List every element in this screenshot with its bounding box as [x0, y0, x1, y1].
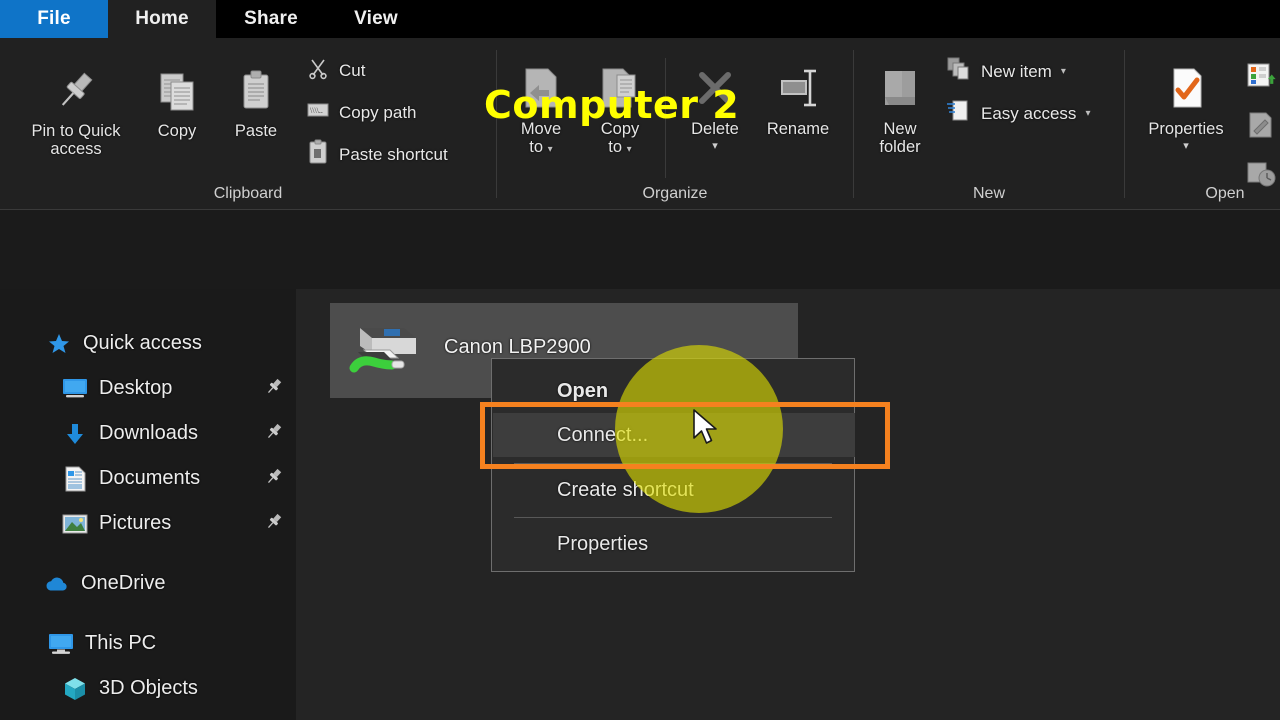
overlay-annotation-title: Computer 2: [484, 83, 740, 127]
cloud-icon: [44, 571, 70, 597]
cube-icon: [62, 676, 88, 702]
download-icon: [62, 421, 88, 447]
sidebar-item-label: 3D Objects: [99, 677, 198, 699]
easy-access-button[interactable]: Easy access ▾: [946, 98, 1090, 129]
edit-button[interactable]: [1246, 110, 1276, 145]
sidebar-item-desktop[interactable]: Desktop: [0, 366, 296, 411]
easy-access-chevron-down-icon[interactable]: ▾: [1085, 108, 1090, 119]
paste-icon: [232, 62, 280, 118]
ribbon-group-organize-label: Organize: [642, 185, 708, 202]
easy-access-label: Easy access: [981, 103, 1077, 123]
context-menu-item-open[interactable]: Open: [493, 369, 855, 413]
context-menu-item-label: Open: [557, 379, 609, 402]
sidebar-item-3d-objects[interactable]: 3D Objects: [0, 666, 296, 711]
sidebar-item-this-pc[interactable]: This PC: [0, 621, 296, 666]
properties-label: Properties: [1148, 120, 1224, 138]
pin-to-quick-access-label: Pin to Quick access: [31, 122, 121, 159]
picture-icon: [62, 511, 88, 537]
sidebar-item-label: This PC: [85, 632, 157, 654]
pin-to-quick-access-button[interactable]: Pin to Quick access: [20, 62, 132, 159]
new-folder-button[interactable]: New folder: [866, 60, 934, 157]
list-item-label: Canon LBP2900: [444, 336, 591, 358]
pin-icon[interactable]: [264, 421, 284, 446]
paste-button[interactable]: Paste: [218, 62, 294, 140]
tab-view-label: View: [354, 8, 398, 29]
printer-icon: [344, 320, 422, 387]
sidebar-item-documents[interactable]: Documents: [0, 456, 296, 501]
pin-icon[interactable]: [264, 376, 284, 401]
ribbon-group-new-label: New: [972, 185, 1005, 202]
new-item-button[interactable]: New item ▾: [946, 56, 1066, 87]
cut-label: Cut: [339, 60, 366, 80]
rename-label: Rename: [766, 120, 830, 138]
new-item-chevron-down-icon[interactable]: ▾: [1061, 66, 1066, 77]
cut-button[interactable]: Cut: [306, 56, 365, 85]
pin-icon: [52, 62, 100, 118]
context-menu-item-label: Connect...: [557, 423, 649, 446]
sidebar-item-label: Pictures: [99, 512, 172, 534]
open-with-button[interactable]: [1246, 62, 1276, 97]
tab-share-label: Share: [244, 8, 298, 29]
easy-access-icon: [946, 98, 972, 129]
context-menu-item-connect[interactable]: Connect...: [493, 413, 855, 457]
sidebar-item-downloads[interactable]: Downloads: [0, 411, 296, 456]
copy-label: Copy: [157, 122, 197, 140]
copy-path-icon: \\\\..: [306, 98, 330, 127]
context-menu-item-create-shortcut[interactable]: Create shortcut: [493, 468, 855, 512]
sidebar-item-label: OneDrive: [81, 572, 166, 594]
ribbon-group-clipboard-label: Clipboard: [213, 185, 283, 202]
address-bar: › Network › DESKTOP-94JE37S: [0, 211, 1280, 484]
tab-file[interactable]: File: [0, 0, 108, 38]
copy-path-label: Copy path: [339, 102, 417, 122]
monitor-icon: [62, 376, 88, 402]
sidebar-item-onedrive[interactable]: OneDrive: [0, 561, 296, 606]
new-folder-label: New folder: [879, 120, 921, 157]
pin-icon[interactable]: [264, 466, 284, 491]
properties-icon: [1161, 60, 1211, 116]
paste-label: Paste: [234, 122, 278, 140]
monitor-icon: [48, 631, 74, 657]
sidebar-item-quick-access[interactable]: Quick access: [0, 321, 296, 366]
svg-text:\\\\..: \\\\..: [310, 106, 323, 115]
ribbon-tab-bar: File Home Share View: [0, 0, 1280, 38]
mouse-cursor: [692, 408, 722, 455]
folder-icon: [875, 60, 925, 116]
new-item-label: New item: [981, 61, 1052, 81]
context-menu: Open Connect... Create shortcut Properti…: [491, 358, 855, 572]
sidebar-item-label: Desktop: [99, 377, 173, 399]
rename-icon: [773, 60, 823, 116]
navigation-pane: Quick access Desktop Downloads Documents…: [0, 289, 296, 720]
context-menu-item-properties[interactable]: Properties: [493, 522, 855, 566]
paste-shortcut-button[interactable]: Paste shortcut: [306, 139, 448, 170]
delete-chevron-down-icon[interactable]: ▾: [712, 139, 718, 152]
paste-shortcut-label: Paste shortcut: [339, 144, 448, 164]
tab-view[interactable]: View: [326, 0, 426, 38]
scissors-icon: [306, 56, 330, 85]
sidebar-item-label: Quick access: [83, 332, 202, 354]
new-item-icon: [946, 56, 972, 87]
context-menu-item-label: Properties: [557, 532, 649, 555]
copy-button[interactable]: Copy: [142, 62, 212, 140]
star-icon: [46, 331, 72, 357]
rename-button[interactable]: Rename: [757, 60, 839, 138]
sidebar-item-label: Documents: [99, 467, 201, 489]
copy-path-button[interactable]: \\\\.. Copy path: [306, 98, 417, 127]
properties-button[interactable]: Properties ▾: [1140, 60, 1232, 152]
copy-icon: [153, 62, 201, 118]
paste-shortcut-icon: [306, 139, 330, 170]
file-explorer-window: File Home Share View Clipboard Pin to Qu…: [0, 0, 1280, 720]
sidebar-item-label: Downloads: [99, 422, 198, 444]
history-button[interactable]: [1246, 160, 1278, 195]
properties-chevron-down-icon[interactable]: ▾: [1183, 139, 1189, 152]
pin-icon[interactable]: [264, 511, 284, 536]
document-icon: [62, 466, 88, 492]
tab-home-label: Home: [135, 8, 189, 29]
tab-file-label: File: [37, 8, 71, 29]
sidebar-item-pictures[interactable]: Pictures: [0, 501, 296, 546]
context-menu-item-label: Create shortcut: [557, 478, 694, 501]
tab-home[interactable]: Home: [108, 0, 216, 38]
tab-share[interactable]: Share: [216, 0, 326, 38]
